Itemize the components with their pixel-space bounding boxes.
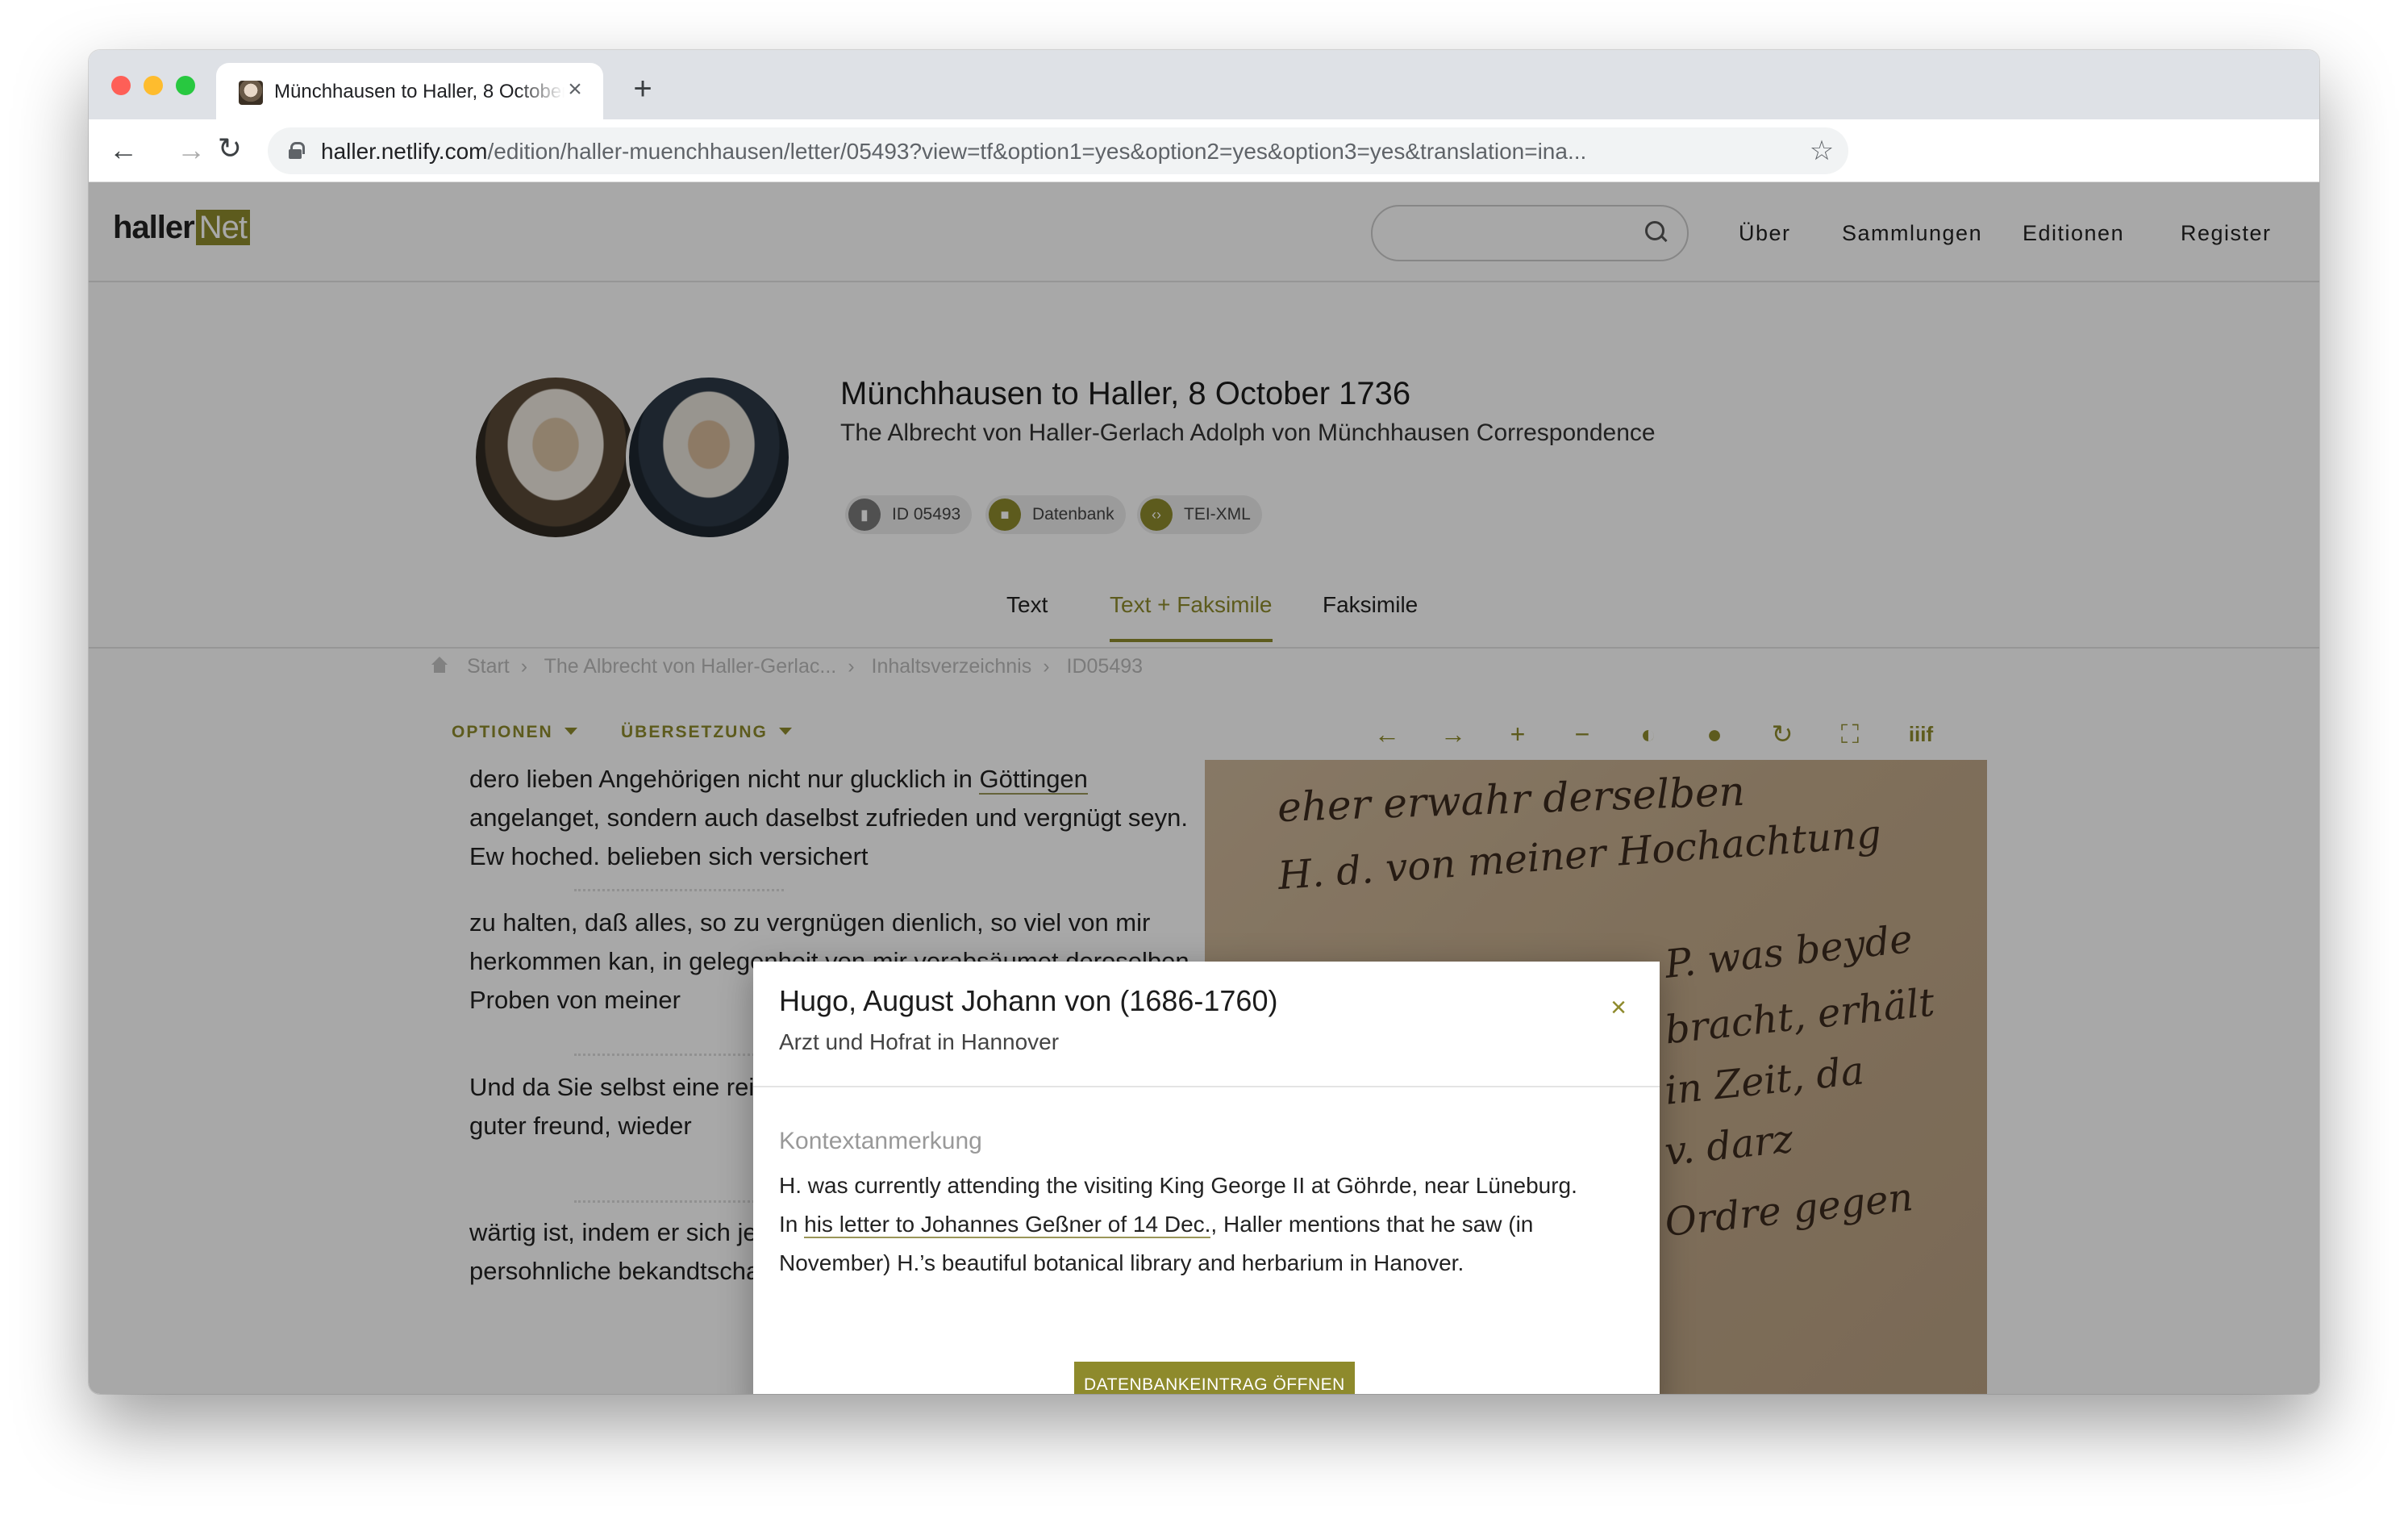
page-viewport: haller Net Über Sammlungen Editionen Regi… (89, 182, 2319, 1394)
modal-title: Hugo, August Johann von (1686-1760) (779, 984, 1278, 1017)
browser-toolbar: ← → ↻ haller.netlify.com/edition/haller-… (89, 119, 2319, 182)
browser-tab-active[interactable]: Münchhausen to Haller, 8 October 1736 × (216, 63, 603, 119)
bookmark-star-icon[interactable]: ☆ (1806, 136, 1837, 166)
lock-icon[interactable] (289, 142, 305, 160)
minimize-window-button[interactable] (144, 76, 163, 95)
tab-strip: Münchhausen to Haller, 8 October 1736 × … (89, 50, 2319, 119)
modal-header: Hugo, August Johann von (1686-1760) Arzt… (753, 962, 1660, 1087)
maximize-window-button[interactable] (176, 76, 195, 95)
new-tab-button[interactable]: + (624, 71, 661, 108)
modal-subtitle: Arzt und Hofrat in Hannover (779, 1029, 1060, 1054)
url-text[interactable]: haller.netlify.com/edition/haller-muench… (321, 139, 1586, 165)
url-host: haller.netlify.com (321, 139, 488, 164)
close-icon[interactable]: × (1605, 994, 1632, 1021)
close-window-button[interactable] (111, 76, 131, 95)
section-label: Kontextanmerkung (779, 1128, 982, 1154)
url-path: /edition/haller-muenchhausen/letter/0549… (487, 139, 1587, 164)
portrait-favicon-icon (239, 81, 263, 105)
person-modal: Hugo, August Johann von (1686-1760) Arzt… (753, 962, 1660, 1394)
modal-body-text: H. was currently attending the visiting … (779, 1166, 1602, 1283)
open-database-entry-button[interactable]: DATENBANKEINTRAG ÖFFNEN (1074, 1362, 1355, 1394)
reload-icon[interactable]: ↻ (211, 131, 248, 168)
forward-arrow-icon[interactable]: → (173, 132, 210, 169)
tab-close-icon[interactable]: × (561, 76, 589, 103)
tab-title: Münchhausen to Haller, 8 October 1736 (274, 81, 565, 103)
letter-link[interactable]: his letter to Johannes Geßner of 14 Dec. (804, 1212, 1211, 1238)
back-arrow-icon[interactable]: ← (105, 132, 142, 169)
browser-window: Münchhausen to Haller, 8 October 1736 × … (89, 50, 2319, 1394)
address-bar[interactable]: haller.netlify.com/edition/haller-muench… (268, 127, 1848, 174)
